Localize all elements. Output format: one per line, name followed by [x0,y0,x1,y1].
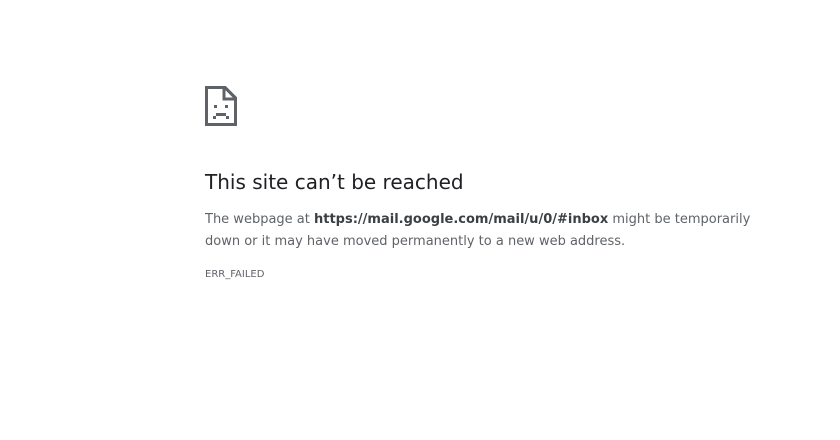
sad-page-icon [205,86,237,126]
error-code: ERR_FAILED [205,269,265,280]
error-message: The webpage at https://mail.google.com/m… [205,209,765,253]
failed-url: https://mail.google.com/mail/u/0/#inbox [314,212,609,227]
page-title: This site can’t be reached [205,170,464,194]
error-page: This site can’t be reached The webpage a… [0,0,840,440]
message-text-before-url: The webpage at [205,212,314,227]
